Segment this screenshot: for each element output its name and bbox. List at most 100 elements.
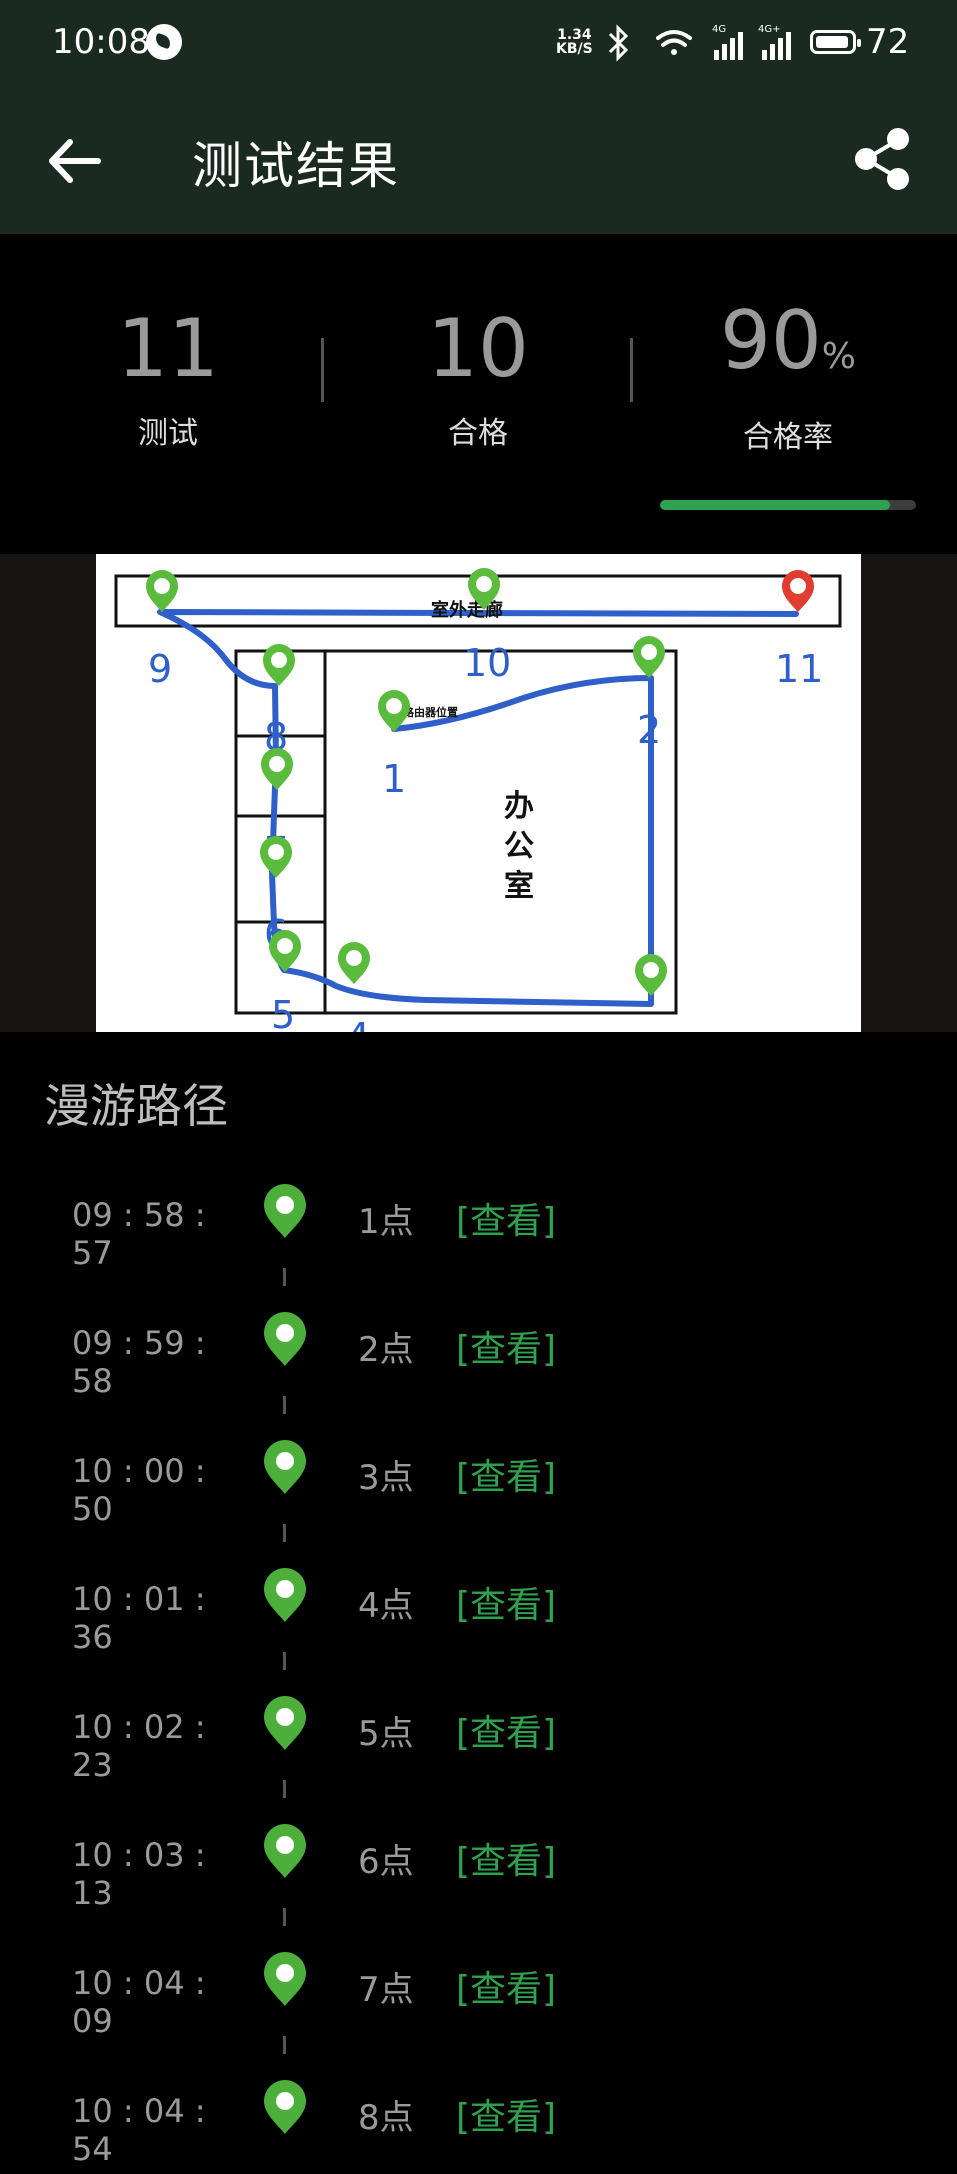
status-bar: 10:08 1.34 KB/S 4G 4G+ 72	[0, 0, 957, 86]
status-time: 10:08	[52, 22, 150, 62]
timeline-item: 10 : 03 : 13 6点 [查看]	[0, 1790, 957, 1926]
map-pins	[146, 568, 814, 996]
timeline-time: 09 : 58 : 57	[72, 1196, 206, 1272]
timeline-point: 4点	[358, 1586, 414, 1626]
timeline-item: 10 : 00 : 50 3点 [查看]	[0, 1406, 957, 1542]
floorplan-panel: 室外走廊 路由器位置 办 公 室 1 2 4 5 6 7 8 9 10 11	[0, 554, 957, 1032]
location-pin-icon	[264, 1184, 306, 1238]
point-number-4: 4	[346, 1015, 370, 1032]
stats-panel: 11 测试 10 合格 90% 合格率	[0, 234, 957, 554]
stat-passed: 10 合格	[338, 304, 618, 452]
pass-rate-unit: %	[821, 336, 856, 377]
location-pin-icon	[264, 1824, 306, 1878]
stat-divider	[321, 338, 324, 402]
map-pin-icon	[635, 954, 667, 996]
timeline-point: 3点	[358, 1458, 414, 1498]
stat-divider	[630, 338, 633, 402]
stat-passed-label: 合格	[448, 416, 508, 451]
view-link[interactable]: [查看]	[456, 1704, 556, 1756]
pass-rate-bar	[660, 500, 916, 510]
network-speed: 1.34 KB/S	[556, 28, 593, 56]
wifi-icon	[656, 30, 692, 55]
office-label-char: 办	[504, 789, 534, 824]
timeline-item: 09 : 59 : 58 2点 [查看]	[0, 1278, 957, 1414]
location-pin-icon	[264, 2080, 306, 2134]
point-number-2: 2	[637, 708, 661, 752]
stat-pass-rate-value: 90%	[648, 296, 928, 402]
router-label: 路由器位置	[403, 705, 458, 719]
timeline-time: 10 : 00 : 50	[72, 1452, 206, 1528]
timeline-time: 10 : 03 : 13	[72, 1836, 206, 1912]
location-pin-icon	[264, 1696, 306, 1750]
office-label-char: 公	[504, 829, 534, 864]
pass-rate-bar-fill	[660, 500, 891, 510]
app-notification-icon	[146, 24, 182, 60]
location-pin-icon	[264, 1440, 306, 1494]
view-link[interactable]: [查看]	[456, 1192, 556, 1244]
point-number-11: 11	[775, 647, 823, 691]
roaming-path-title: 漫游路径	[44, 1079, 228, 1133]
back-button[interactable]	[42, 128, 108, 194]
timeline-item: 10 : 04 : 54 8点 [查看]	[0, 2046, 957, 2174]
map-pin-icon	[146, 570, 178, 612]
timeline-item: 10 : 04 : 09 7点 [查看]	[0, 1918, 957, 2054]
stat-passed-value: 10	[427, 302, 529, 395]
point-numbers: 1 2 4 5 6 7 8 9 10 11	[148, 641, 823, 1032]
timeline-point: 8点	[358, 2098, 414, 2138]
timeline-item: 10 : 01 : 36 4点 [查看]	[0, 1534, 957, 1670]
map-pin-icon	[263, 644, 295, 686]
timeline-point: 5点	[358, 1714, 414, 1754]
battery-level: 72	[866, 22, 910, 62]
floorplan-map[interactable]: 室外走廊 路由器位置 办 公 室 1 2 4 5 6 7 8 9 10 11	[96, 554, 861, 1032]
stat-tests: 11 测试	[28, 304, 308, 452]
corridor-label: 室外走廊	[431, 599, 503, 621]
timeline-point: 7点	[358, 1970, 414, 2010]
app-bar: 测试结果	[0, 86, 957, 234]
point-number-1: 1	[382, 757, 406, 801]
timeline-time: 10 : 02 : 23	[72, 1708, 206, 1784]
map-pin-icon	[261, 748, 293, 790]
signal-icon-2	[762, 32, 791, 60]
location-pin-icon	[264, 1952, 306, 2006]
timeline-point: 1点	[358, 1202, 414, 1242]
stat-tests-value: 11	[117, 302, 219, 395]
battery-icon	[810, 30, 861, 54]
speed-value: 1.34	[557, 27, 592, 43]
timeline-time: 10 : 04 : 54	[72, 2092, 206, 2168]
map-pin-icon	[338, 942, 370, 984]
pass-rate-number: 90	[719, 294, 822, 387]
point-number-10: 10	[463, 641, 511, 685]
stat-tests-label: 测试	[138, 416, 198, 451]
point-number-9: 9	[148, 647, 172, 691]
signal-icon-1	[714, 32, 743, 60]
view-link[interactable]: [查看]	[456, 1576, 556, 1628]
view-link[interactable]: [查看]	[456, 1960, 556, 2012]
speed-unit: KB/S	[556, 41, 593, 57]
office-label-char: 室	[504, 869, 534, 904]
timeline-item: 10 : 02 : 23 5点 [查看]	[0, 1662, 957, 1798]
page-title: 测试结果	[192, 137, 400, 195]
office-label: 办 公 室	[504, 789, 534, 904]
view-link[interactable]: [查看]	[456, 1320, 556, 1372]
view-link[interactable]: [查看]	[456, 1448, 556, 1500]
timeline-time: 10 : 04 : 09	[72, 1964, 206, 2040]
map-pin-icon	[269, 930, 301, 972]
bluetooth-icon	[608, 24, 629, 62]
stat-pass-rate-label: 合格率	[743, 420, 833, 455]
timeline-point: 2点	[358, 1330, 414, 1370]
map-pin-red-icon	[782, 570, 814, 612]
map-pin-icon	[633, 636, 665, 678]
timeline-point: 6点	[358, 1842, 414, 1882]
view-link[interactable]: [查看]	[456, 2088, 556, 2140]
stat-pass-rate: 90% 合格率	[648, 296, 928, 456]
location-pin-icon	[264, 1312, 306, 1366]
timeline-time: 09 : 59 : 58	[72, 1324, 206, 1400]
network-type-1: 4G	[712, 24, 726, 35]
share-icon	[855, 128, 909, 190]
share-button[interactable]	[850, 126, 916, 192]
timeline-item: 09 : 58 : 57 1点 [查看]	[0, 1150, 957, 1286]
location-pin-icon	[264, 1568, 306, 1622]
view-link[interactable]: [查看]	[456, 1832, 556, 1884]
back-arrow-icon	[49, 139, 101, 183]
network-type-2: 4G+	[758, 24, 781, 35]
